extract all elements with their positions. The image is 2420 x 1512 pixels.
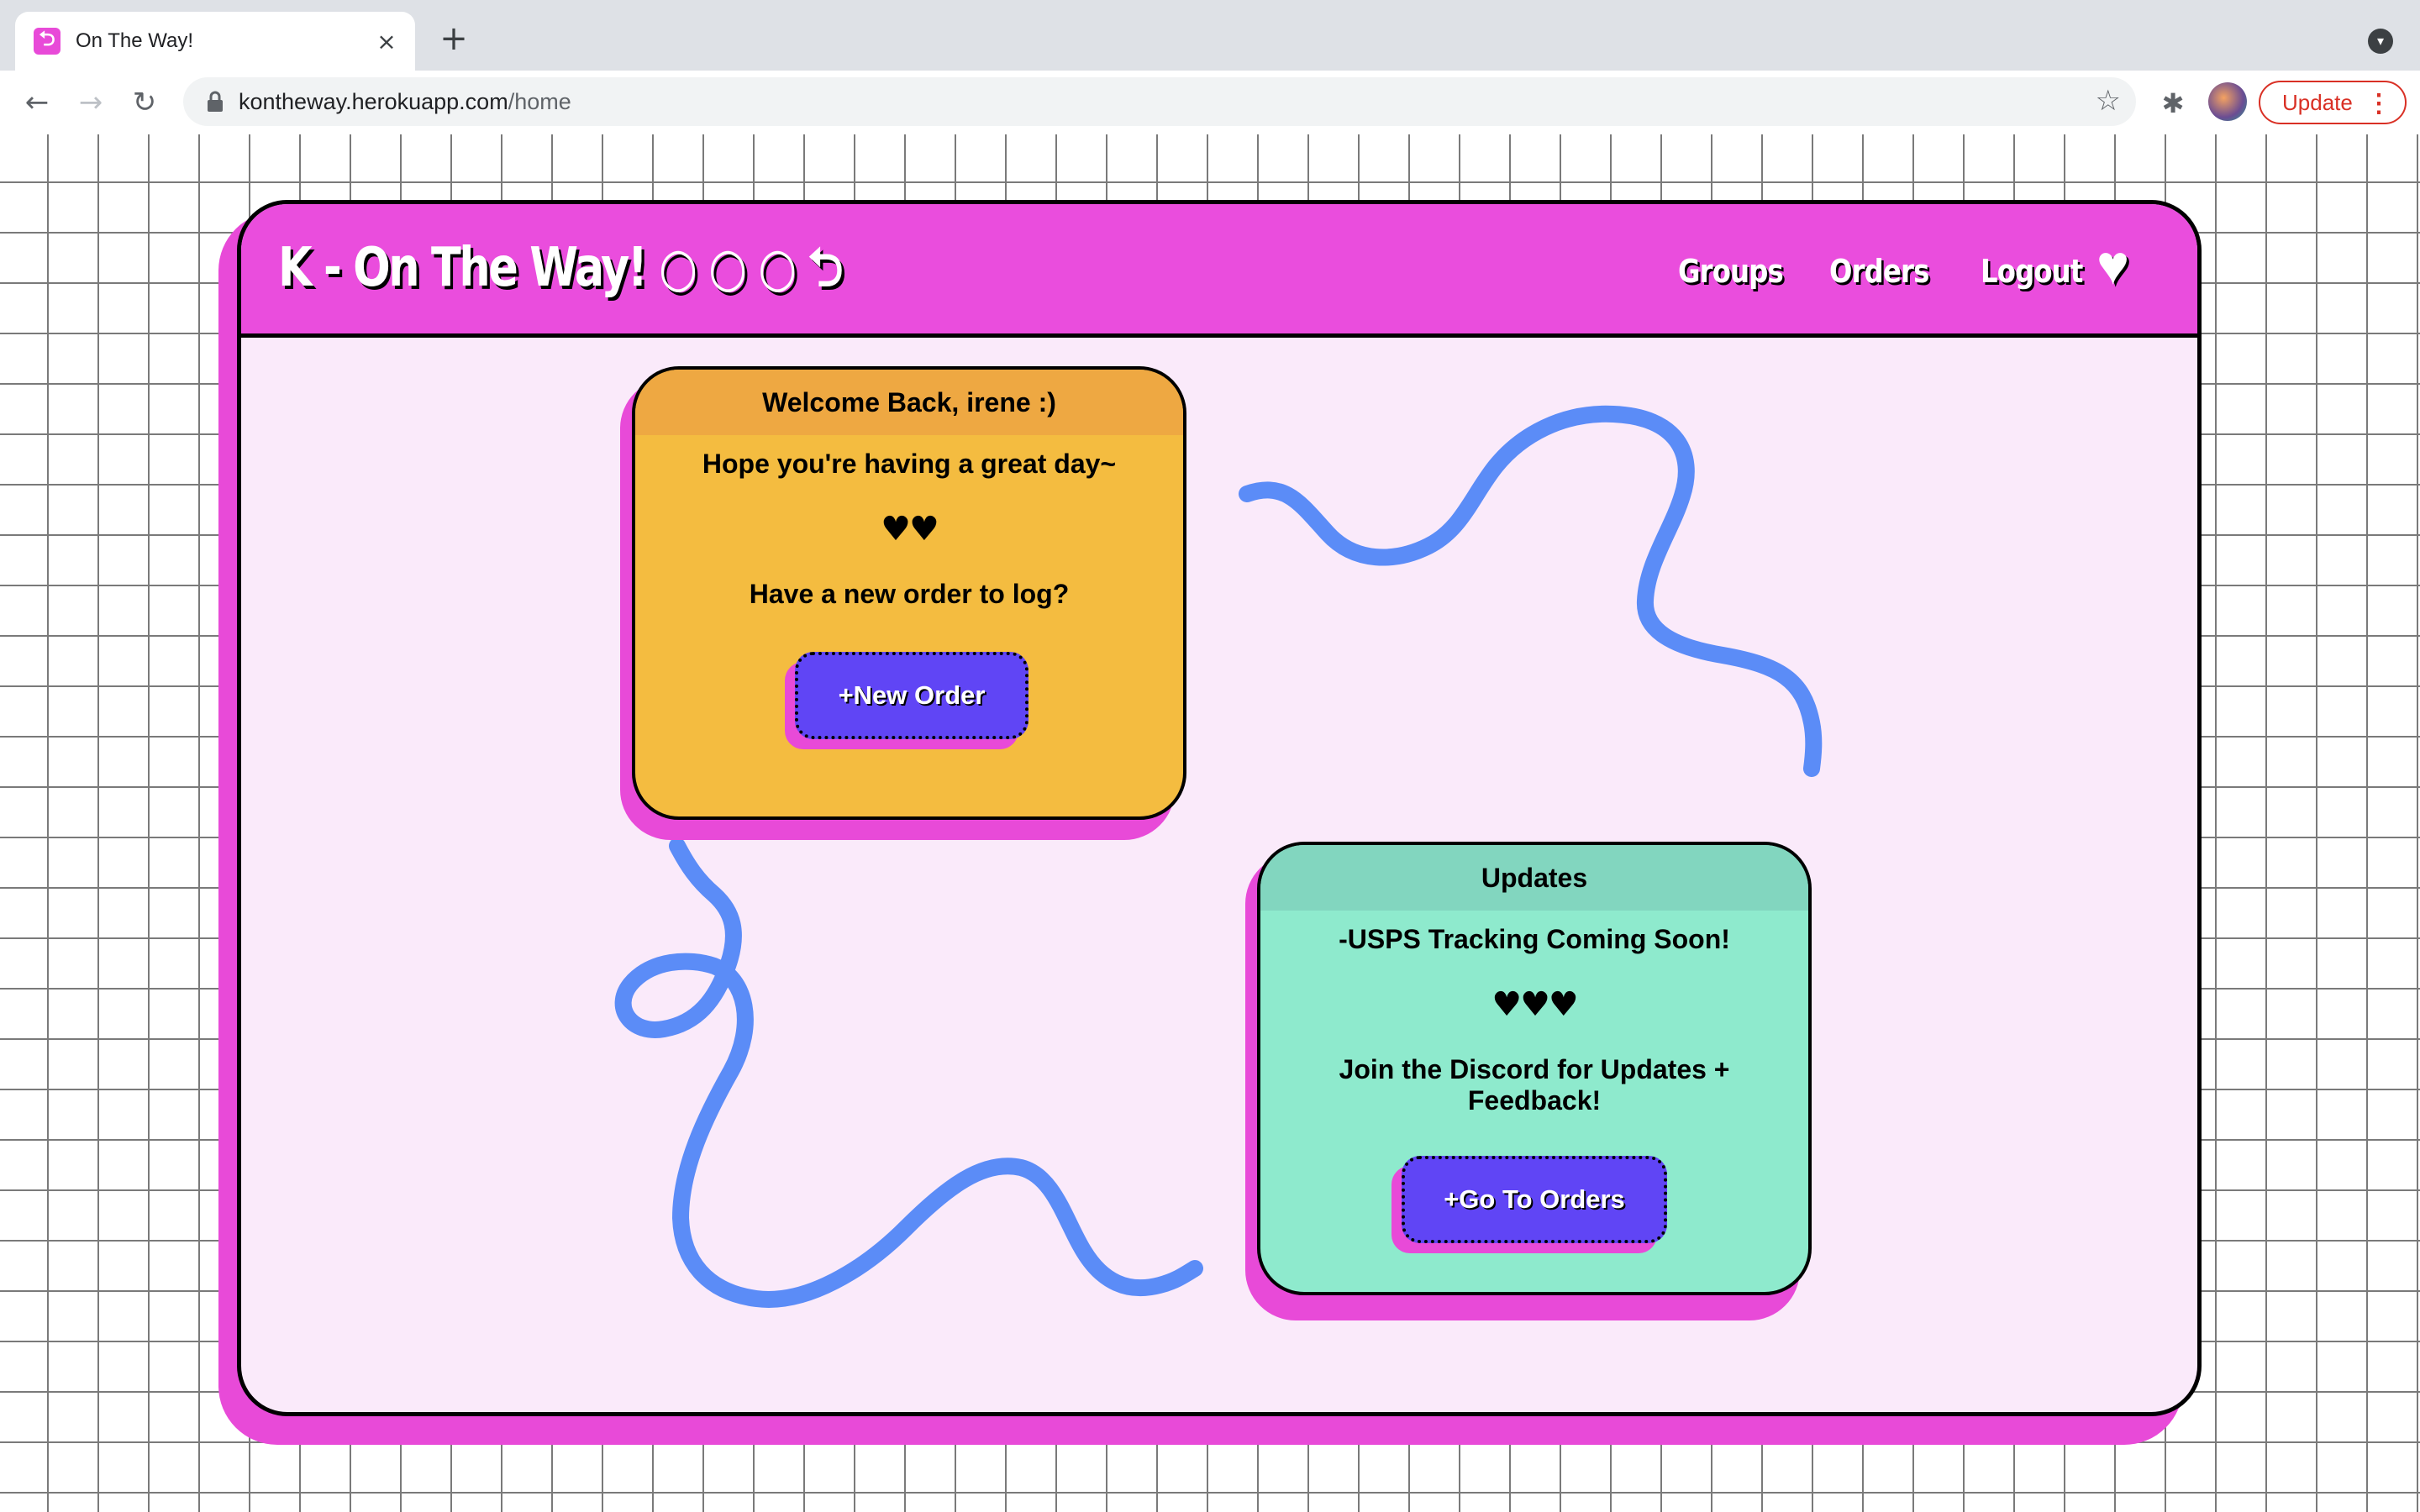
address-bar[interactable]: kontheway.herokuapp.com/home ☆ — [183, 77, 2136, 126]
go-to-orders-button[interactable]: +Go To Orders — [1402, 1156, 1667, 1243]
forward-icon[interactable]: → — [72, 84, 109, 121]
page-background: K - On The Way! ○ ○ ○ ⮌ Groups Orders Lo… — [0, 134, 2420, 1512]
welcome-card: Welcome Back, irene :) Hope you're havin… — [632, 366, 1186, 820]
new-order-button-wrap: +New Order — [785, 652, 1028, 749]
tab-title: On The Way! — [76, 29, 194, 52]
browser-tabstrip: ⮌ On The Way! × + ▾ — [0, 0, 2420, 71]
hearts-icon: ♥♥♥ — [1491, 985, 1579, 1024]
profile-avatar[interactable] — [2208, 82, 2247, 121]
go-to-orders-button-wrap: +Go To Orders — [1392, 1156, 1667, 1253]
updates-usps-line: -USPS Tracking Coming Soon! — [1339, 924, 1730, 954]
bookmark-star-icon[interactable]: ☆ — [2096, 84, 2121, 118]
updates-card: Updates -USPS Tracking Coming Soon! ♥♥♥ … — [1257, 842, 1812, 1295]
back-icon[interactable]: ← — [18, 84, 55, 121]
browser-update-button[interactable]: Update ⋮ — [2259, 81, 2407, 124]
reload-icon[interactable]: ↻ — [126, 84, 163, 121]
updates-card-title: Updates — [1260, 845, 1808, 911]
hearts-icon: ♥♥ — [881, 510, 939, 549]
welcome-card-title: Welcome Back, irene :) — [635, 370, 1183, 435]
welcome-prompt: Have a new order to log? — [749, 579, 1070, 609]
favicon-icon: ⮌ — [34, 27, 60, 55]
new-tab-icon[interactable]: + — [437, 22, 471, 55]
url-path: /home — [508, 89, 571, 114]
lock-icon — [208, 91, 223, 112]
menu-dots-icon[interactable]: ⋮ — [2366, 89, 2391, 118]
browser-toolbar: ← → ↻ kontheway.herokuapp.com/home ☆ ✱ U… — [0, 71, 2420, 135]
update-label: Update — [2282, 89, 2353, 115]
extensions-icon[interactable]: ✱ — [2156, 87, 2190, 121]
new-order-button[interactable]: +New Order — [795, 652, 1028, 739]
tab-close-icon[interactable]: × — [371, 26, 402, 56]
squiggle-decoration — [614, 405, 1823, 1308]
url-host: kontheway.herokuapp.com — [239, 89, 508, 114]
tab-search-icon[interactable]: ▾ — [2368, 29, 2393, 54]
url-text: kontheway.herokuapp.com/home — [239, 89, 571, 115]
browser-tab[interactable]: ⮌ On The Way! × — [15, 12, 415, 71]
welcome-greeting: Hope you're having a great day~ — [702, 449, 1117, 479]
updates-discord-line: Join the Discord for Updates + Feedback! — [1339, 1054, 1730, 1116]
